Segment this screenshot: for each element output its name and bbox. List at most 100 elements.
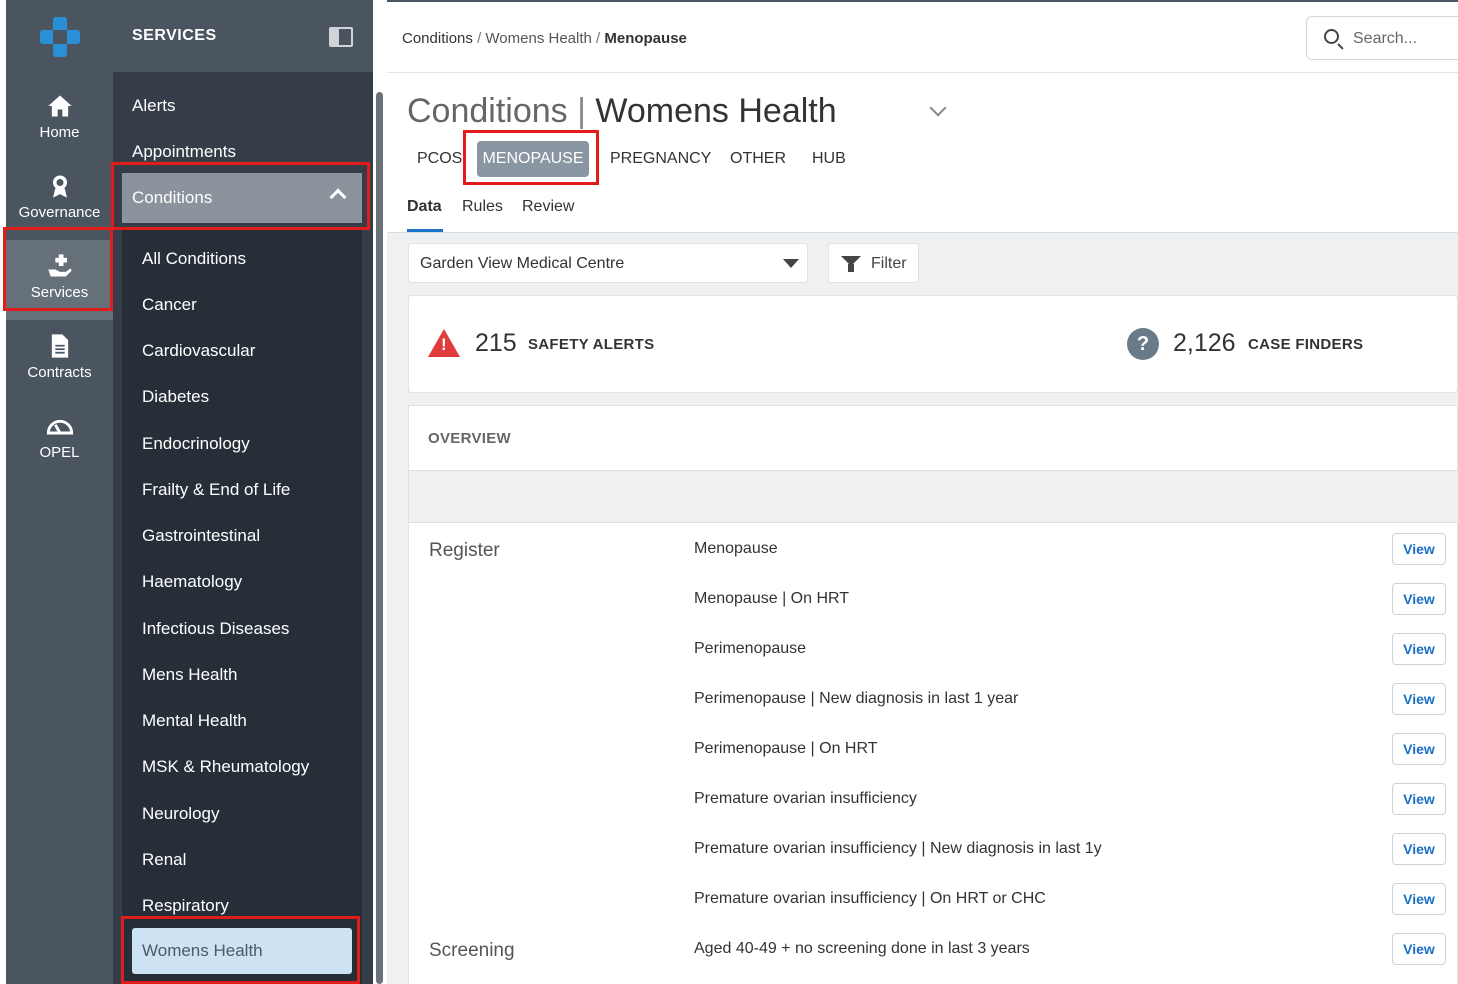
page-title-main: Womens Health bbox=[595, 92, 837, 130]
caret-down-icon bbox=[783, 259, 799, 268]
view-button[interactable]: View bbox=[1392, 733, 1446, 765]
rail-label-governance: Governance bbox=[18, 204, 101, 221]
case-finders-count[interactable]: 2,126 bbox=[1173, 329, 1236, 358]
submenu-item[interactable]: Haematology bbox=[142, 572, 242, 592]
rail-item-services[interactable]: Services bbox=[6, 240, 113, 320]
view-button[interactable]: View bbox=[1392, 633, 1446, 665]
home-icon bbox=[47, 95, 72, 117]
nav-section-label: Conditions bbox=[132, 188, 213, 207]
submenu-item-label: Womens Health bbox=[142, 941, 263, 960]
view-button[interactable]: View bbox=[1392, 833, 1446, 865]
register-row-label: Perimenopause | New diagnosis in last 1 … bbox=[694, 690, 1019, 707]
document-icon bbox=[51, 334, 68, 358]
breadcrumb-conditions[interactable]: Conditions bbox=[402, 30, 473, 47]
tab-pregnancy[interactable]: PREGNANCY bbox=[610, 150, 711, 168]
subtab-review[interactable]: Review bbox=[522, 198, 574, 216]
register-row-label: Perimenopause bbox=[694, 640, 807, 657]
page-title-sep: | bbox=[577, 92, 586, 130]
submenu-item[interactable]: Renal bbox=[142, 850, 186, 870]
submenu-item[interactable]: Mental Health bbox=[142, 711, 247, 731]
search-box[interactable] bbox=[1306, 16, 1458, 60]
submenu-item[interactable]: Cancer bbox=[142, 295, 197, 315]
overview-title: OVERVIEW bbox=[428, 430, 511, 447]
safety-alerts-label[interactable]: SAFETY ALERTS bbox=[528, 336, 654, 353]
register-row-label: Premature ovarian insufficiency | New di… bbox=[694, 840, 1102, 857]
practice-select-value: Garden View Medical Centre bbox=[420, 255, 625, 272]
subtab-rules[interactable]: Rules bbox=[462, 198, 503, 216]
view-button[interactable]: View bbox=[1392, 683, 1446, 715]
view-button[interactable]: View bbox=[1392, 533, 1446, 565]
overview-band bbox=[409, 470, 1458, 523]
register-row-label: Menopause bbox=[694, 540, 778, 557]
safety-alerts-count[interactable]: 215 bbox=[475, 329, 517, 358]
submenu-item[interactable]: Frailty & End of Life bbox=[142, 480, 290, 500]
submenu-item[interactable]: Cardiovascular bbox=[142, 341, 255, 361]
filter-button[interactable]: Filter bbox=[828, 243, 919, 283]
breadcrumb-sep: / bbox=[596, 30, 601, 47]
rail-label-home: Home bbox=[39, 124, 80, 141]
breadcrumb-current: Menopause bbox=[604, 30, 687, 47]
tab-pcos[interactable]: PCOS bbox=[417, 150, 462, 168]
nav-section-conditions[interactable]: Conditions bbox=[122, 173, 362, 223]
overview-card: OVERVIEW Register Menopause View Menopau… bbox=[408, 405, 1458, 984]
tab-other[interactable]: OTHER bbox=[730, 150, 786, 168]
view-button[interactable]: View bbox=[1392, 783, 1446, 815]
services-panel: SERVICES Alerts Appointments Conditions … bbox=[113, 0, 373, 984]
practice-select[interactable]: Garden View Medical Centre bbox=[408, 243, 808, 283]
nav-item-appointments[interactable]: Appointments bbox=[132, 142, 236, 162]
filter-label: Filter bbox=[871, 255, 907, 272]
breadcrumb: Conditions / Womens Health / Menopause bbox=[402, 30, 687, 47]
screening-row-label: Aged 40-49 + no screening done in last 3… bbox=[694, 940, 1030, 957]
search-input[interactable] bbox=[1353, 27, 1453, 51]
page-title: Conditions | Womens Health bbox=[407, 92, 837, 131]
group-label-screening: Screening bbox=[429, 940, 515, 961]
app-rail: Home Governance Services Contracts OPEL bbox=[6, 0, 113, 984]
filter-icon bbox=[841, 256, 861, 272]
submenu-item[interactable]: Diabetes bbox=[142, 387, 209, 407]
tab-hub[interactable]: HUB bbox=[812, 150, 846, 168]
submenu-item[interactable]: All Conditions bbox=[142, 249, 246, 269]
view-button[interactable]: View bbox=[1392, 933, 1446, 965]
sidebar-scroll-thumb[interactable] bbox=[376, 92, 383, 984]
top-bar: Conditions / Womens Health / Menopause bbox=[387, 0, 1458, 73]
register-row-label: Premature ovarian insufficiency bbox=[694, 790, 917, 807]
rail-label-services: Services bbox=[30, 284, 89, 301]
breadcrumb-sep: / bbox=[477, 30, 482, 47]
rail-item-contracts[interactable]: Contracts bbox=[6, 320, 113, 400]
chevron-down-icon[interactable] bbox=[929, 99, 947, 117]
register-row-label: Premature ovarian insufficiency | On HRT… bbox=[694, 890, 1046, 907]
panel-header: SERVICES bbox=[113, 0, 373, 72]
alerts-summary-card: 215 SAFETY ALERTS ? 2,126 CASE FINDERS bbox=[408, 295, 1458, 393]
warning-icon bbox=[428, 329, 460, 357]
submenu-item[interactable]: Respiratory bbox=[142, 896, 229, 916]
sidebar-toggle-icon[interactable] bbox=[329, 27, 353, 47]
breadcrumb-womens-health[interactable]: Womens Health bbox=[485, 30, 591, 47]
submenu-item[interactable]: Neurology bbox=[142, 804, 220, 824]
hand-plus-icon bbox=[47, 254, 72, 277]
submenu-item[interactable]: Gastrointestinal bbox=[142, 526, 260, 546]
page-title-prefix: Conditions bbox=[407, 92, 568, 130]
submenu-item-womens-health[interactable]: Womens Health bbox=[132, 928, 352, 974]
app-logo-icon[interactable] bbox=[40, 17, 80, 57]
award-icon bbox=[52, 175, 67, 198]
subtab-data[interactable]: Data bbox=[407, 198, 442, 216]
submenu-item[interactable]: Endocrinology bbox=[142, 434, 250, 454]
submenu-item[interactable]: MSK & Rheumatology bbox=[142, 757, 309, 777]
view-button[interactable]: View bbox=[1392, 583, 1446, 615]
rail-label-contracts: Contracts bbox=[27, 364, 92, 381]
panel-title: SERVICES bbox=[132, 27, 217, 44]
rail-label-opel: OPEL bbox=[39, 444, 80, 461]
rail-item-opel[interactable]: OPEL bbox=[6, 400, 113, 480]
gauge-icon bbox=[46, 419, 73, 435]
case-finders-label[interactable]: CASE FINDERS bbox=[1248, 336, 1363, 353]
view-button[interactable]: View bbox=[1392, 883, 1446, 915]
nav-item-alerts[interactable]: Alerts bbox=[132, 96, 175, 116]
chevron-up-icon bbox=[329, 188, 347, 206]
submenu-item[interactable]: Infectious Diseases bbox=[142, 619, 289, 639]
question-icon: ? bbox=[1127, 328, 1159, 360]
submenu-item[interactable]: Mens Health bbox=[142, 665, 237, 685]
rail-item-governance[interactable]: Governance bbox=[6, 160, 113, 240]
register-row-label: Menopause | On HRT bbox=[694, 590, 850, 607]
tab-menopause[interactable]: MENOPAUSE bbox=[477, 141, 589, 177]
rail-item-home[interactable]: Home bbox=[6, 80, 113, 160]
